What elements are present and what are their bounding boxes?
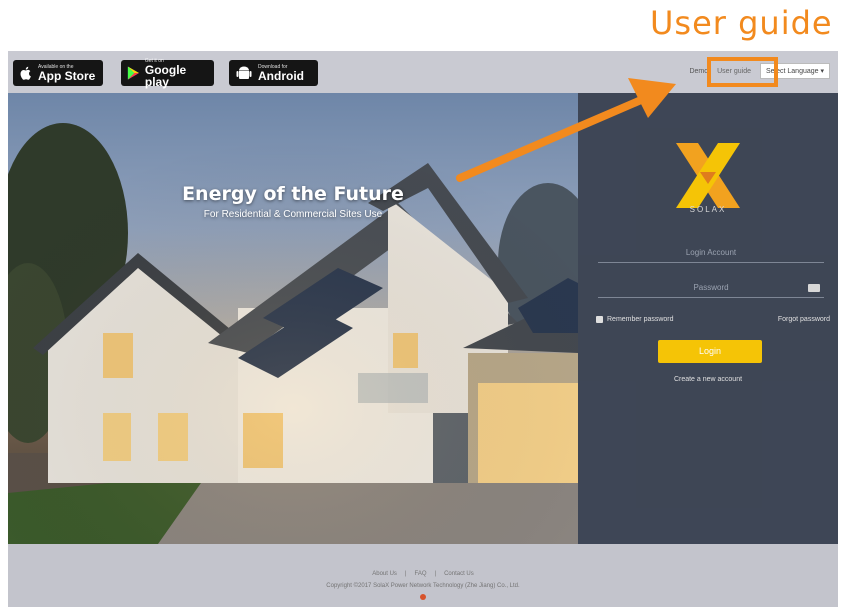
faq-link[interactable]: FAQ	[414, 571, 426, 577]
hero-image: Energy of the Future For Residential & C…	[8, 93, 578, 544]
login-panel: SOLAX Login Account Password Remember pa…	[578, 93, 838, 544]
solax-logo-text: SOLAX	[689, 205, 727, 214]
android-button[interactable]: Download for Android	[229, 60, 318, 86]
apple-icon	[20, 66, 31, 80]
google-play-button[interactable]: Get it on Google play	[121, 58, 214, 89]
google-play-small-label: Get it on	[144, 58, 164, 64]
page: User guide Available on the App Store Ge…	[0, 0, 841, 607]
footer-links: About Us | FAQ | Contact Us	[8, 571, 838, 577]
hero-title: Energy of the Future	[182, 183, 404, 205]
android-small-label: Download for	[258, 64, 288, 70]
about-us-link[interactable]: About Us	[372, 571, 397, 577]
footer: About Us | FAQ | Contact Us Copyright ©2…	[8, 544, 838, 607]
top-links: Demo User guide Select Language ▾	[689, 56, 830, 87]
password-input[interactable]: Password	[598, 278, 824, 298]
forgot-password-link[interactable]: Forgot password	[778, 316, 830, 323]
google-play-label: Google play	[144, 63, 187, 89]
badge-icon	[420, 594, 426, 600]
remember-label: Remember password	[607, 316, 674, 323]
screenshot-frame: Available on the App Store Get it on Goo…	[8, 51, 838, 607]
login-account-input[interactable]: Login Account	[598, 243, 824, 263]
remember-password[interactable]: Remember password	[596, 316, 674, 323]
user-guide-link[interactable]: User guide	[707, 56, 779, 87]
app-store-label: App Store	[38, 69, 96, 83]
footer-separator: |	[434, 571, 437, 577]
app-store-small-label: Available on the	[38, 64, 74, 70]
top-bar: Available on the App Store Get it on Goo…	[8, 51, 838, 93]
keyboard-icon[interactable]	[808, 284, 820, 292]
copyright: Copyright ©2017 SolaX Power Network Tech…	[326, 583, 520, 589]
google-play-icon	[127, 66, 139, 80]
annotation-title: User guide	[650, 4, 833, 42]
contact-us-link[interactable]: Contact Us	[444, 571, 474, 577]
highlight-box	[707, 56, 779, 87]
password-placeholder: Password	[693, 283, 729, 292]
house-illustration	[8, 93, 578, 544]
remember-checkbox[interactable]	[596, 316, 603, 323]
footer-icons	[8, 594, 838, 600]
app-store-button[interactable]: Available on the App Store	[13, 60, 103, 86]
hero-text: Energy of the Future For Residential & C…	[8, 183, 578, 220]
footer-separator: |	[404, 571, 407, 577]
android-icon	[236, 66, 252, 79]
android-label: Android	[258, 69, 304, 83]
login-button[interactable]: Login	[658, 340, 762, 363]
create-account-link[interactable]: Create a new account	[578, 376, 838, 383]
demo-link[interactable]: Demo	[689, 68, 708, 75]
hero-subtitle: For Residential & Commercial Sites Use	[203, 209, 383, 220]
